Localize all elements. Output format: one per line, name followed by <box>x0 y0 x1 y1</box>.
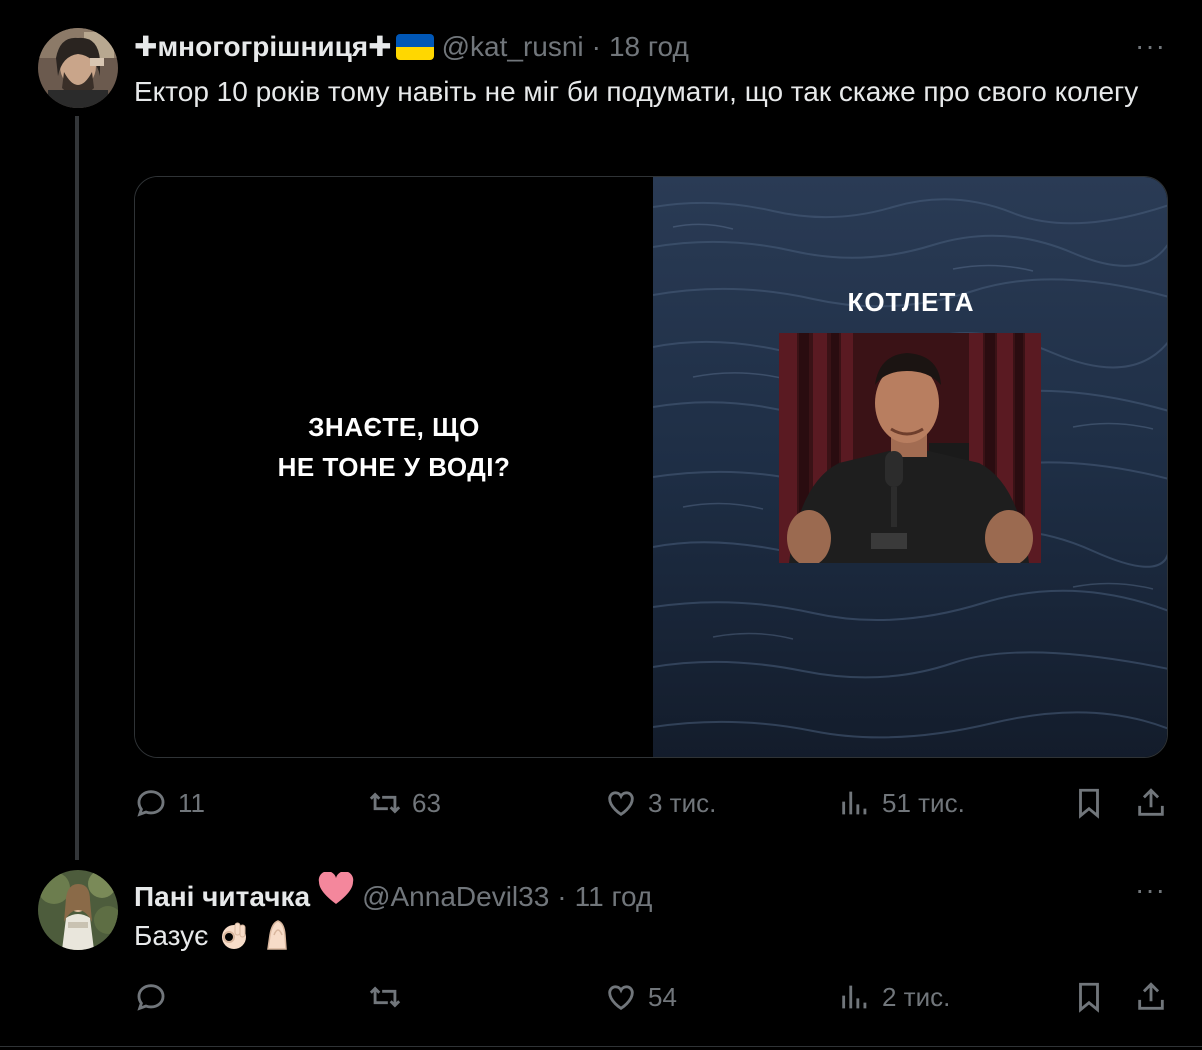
avatar-annadevil33[interactable] <box>38 870 118 950</box>
timestamp[interactable]: 11 год <box>575 881 653 913</box>
media-right-panel: КОТЛЕТА <box>653 177 1167 757</box>
podcast-photo <box>779 333 1041 563</box>
tweet1-header: ✚многогрішниця✚ @kat_rusni · 18 год <box>134 30 689 63</box>
avatar-kat-rusni[interactable] <box>38 28 118 108</box>
heart-icon <box>318 872 354 904</box>
ok-hand-icon <box>222 922 247 949</box>
more-icon[interactable]: ··· <box>1135 874 1166 906</box>
tweet-text-content: Базує <box>134 920 209 951</box>
media-left-panel: ЗНАЄТЕ, ЩО НЕ ТОНЕ У ВОДІ? <box>135 177 653 757</box>
tweet-media[interactable]: ЗНАЄТЕ, ЩО НЕ ТОНЕ У ВОДІ? КОТЛЕТА <box>134 176 1168 758</box>
bookmark-icon <box>1079 788 1099 819</box>
like-icon <box>608 985 634 1011</box>
tweet1-actions: 11 63 3 тис. 51 тис. <box>134 786 1170 826</box>
tweet-text: Ектор 10 років тому навіть не міг би под… <box>134 76 1139 107</box>
reply-button[interactable]: 11 <box>134 786 205 820</box>
ukraine-flag-icon <box>395 33 434 60</box>
tweet-text: Базує <box>134 916 1164 956</box>
views-count: 2 тис. <box>882 981 951 1012</box>
share-icon <box>1138 788 1164 816</box>
timestamp[interactable]: 18 год <box>609 31 689 63</box>
reply-icon <box>137 984 165 1011</box>
author-name[interactable]: ✚многогрішниця✚ <box>134 30 392 63</box>
pinched-fingers-icon <box>267 920 287 950</box>
author-handle[interactable]: @AnnaDevil33 <box>362 881 549 913</box>
tweet2-actions: 54 2 тис. <box>134 980 1170 1020</box>
views-button[interactable]: 51 тис. <box>838 786 965 820</box>
like-count: 54 <box>648 981 677 1012</box>
avatar-image <box>38 28 118 108</box>
tweet2-header: Пані читачка @AnnaDevil33 · 11 год <box>134 872 652 913</box>
thread-connector-line <box>75 116 79 860</box>
media-caption-line1: ЗНАЄТЕ, ЩО <box>308 412 480 442</box>
share-button[interactable] <box>1134 980 1168 1014</box>
like-button[interactable]: 3 тис. <box>604 786 716 820</box>
bookmark-button[interactable] <box>1072 786 1106 820</box>
media-caption: ЗНАЄТЕ, ЩО НЕ ТОНЕ У ВОДІ? <box>135 407 653 487</box>
avatar-image <box>38 870 118 950</box>
repost-count: 63 <box>412 787 441 818</box>
bookmark-icon <box>1079 982 1099 1013</box>
like-icon <box>608 791 634 817</box>
reply-count: 11 <box>178 787 205 818</box>
views-icon <box>842 985 867 1009</box>
repost-icon <box>369 986 401 1008</box>
like-button[interactable]: 54 <box>604 980 677 1014</box>
podcast-photo-image <box>779 333 1041 563</box>
divider <box>0 1046 1202 1047</box>
views-count: 51 тис. <box>882 787 965 818</box>
more-icon[interactable]: ··· <box>1135 30 1166 62</box>
media-caption-line2: НЕ ТОНЕ У ВОДІ? <box>277 452 511 482</box>
separator-dot: · <box>557 881 567 912</box>
reply-icon <box>137 790 165 817</box>
author-name[interactable]: Пані читачка <box>134 881 310 913</box>
views-icon <box>842 791 867 815</box>
bookmark-button[interactable] <box>1072 980 1106 1014</box>
separator-dot: · <box>591 31 601 62</box>
reply-button[interactable] <box>134 980 178 1014</box>
like-count: 3 тис. <box>648 787 717 818</box>
repost-icon <box>369 792 401 814</box>
repost-button[interactable]: 63 <box>368 786 441 820</box>
share-icon <box>1138 982 1164 1010</box>
author-handle[interactable]: @kat_rusni <box>442 31 584 63</box>
repost-button[interactable] <box>368 980 412 1014</box>
share-button[interactable] <box>1134 786 1168 820</box>
views-button[interactable]: 2 тис. <box>838 980 950 1014</box>
media-right-title: КОТЛЕТА <box>847 287 975 317</box>
